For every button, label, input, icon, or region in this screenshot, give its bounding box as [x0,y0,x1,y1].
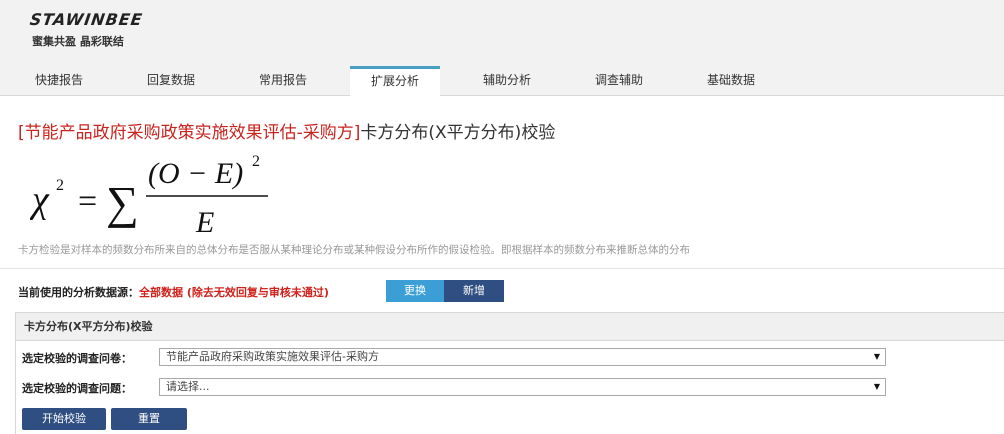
formula-sigma: ∑ [106,177,139,228]
method-description: 卡方检验是对样本的频数分布所来自的总体分布是否服从某种理论分布或某种假设分布所作… [18,244,690,256]
page-title: [节能产品政府采购政策实施效果评估-采购方]卡方分布(X平方分布)校验 [18,118,555,143]
reset-button[interactable]: 重置 [111,408,187,430]
tab-common-report[interactable]: 常用报告 [238,66,328,96]
formula-chi-exponent: 2 [56,177,64,194]
change-source-button[interactable]: 更换 [386,280,444,302]
questionnaire-select-value: 节能产品政府采购政策实施效果评估-采购方 [166,350,379,363]
chi-square-formula: χ 2 = ∑ (O − E) 2 E [30,153,268,239]
question-select[interactable]: 请选择... ▼ [159,378,886,396]
questionnaire-select[interactable]: 节能产品政府采购政策实施效果评估-采购方 ▼ [159,348,886,366]
formula-chi: χ [30,179,50,221]
main-nav: 快捷报告 回复数据 常用报告 扩展分析 辅助分析 调查辅助 基础数据 [0,58,1004,97]
questionnaire-label: 选定校验的调查问卷： [22,352,132,365]
formula-denominator: E [195,206,214,239]
section-divider [0,268,1004,269]
brand-logo[interactable]: STAWINBEE [29,10,144,29]
new-source-button[interactable]: 新增 [444,280,504,302]
panel-heading: 卡方分布(X平方分布)校验 [16,313,1004,341]
app-header: STAWINBEE 蜜集共盈 晶彩联结 [0,0,1004,58]
dropdown-arrow-icon: ▼ [873,352,880,361]
formula-numerator: (O − E) [148,157,243,190]
question-label: 选定校验的调查问题： [22,382,132,395]
data-source-row: 当前使用的分析数据源：全部数据 (除去无效回复与审核未通过) [18,282,329,304]
formula-equals: = [78,183,97,220]
tab-extended-analysis[interactable]: 扩展分析 [350,66,440,97]
start-test-button[interactable]: 开始校验 [22,408,106,430]
formula-numerator-exponent: 2 [252,153,260,170]
title-project: [节能产品政府采购政策实施效果评估-采购方] [18,123,361,143]
brand-slogan: 蜜集共盈 晶彩联结 [32,35,124,48]
tab-response-data[interactable]: 回复数据 [126,66,216,96]
tab-quick-report[interactable]: 快捷报告 [14,66,104,96]
data-source-label: 当前使用的分析数据源： [18,286,139,299]
question-select-value: 请选择... [166,380,210,393]
tab-base-data[interactable]: 基础数据 [686,66,776,96]
data-source-value: 全部数据 (除去无效回复与审核未通过) [139,286,329,299]
tab-survey-assist[interactable]: 调查辅助 [574,66,664,96]
dropdown-arrow-icon: ▼ [873,382,880,391]
tab-auxiliary-analysis[interactable]: 辅助分析 [462,66,552,96]
title-method: 卡方分布(X平方分布)校验 [360,123,556,143]
